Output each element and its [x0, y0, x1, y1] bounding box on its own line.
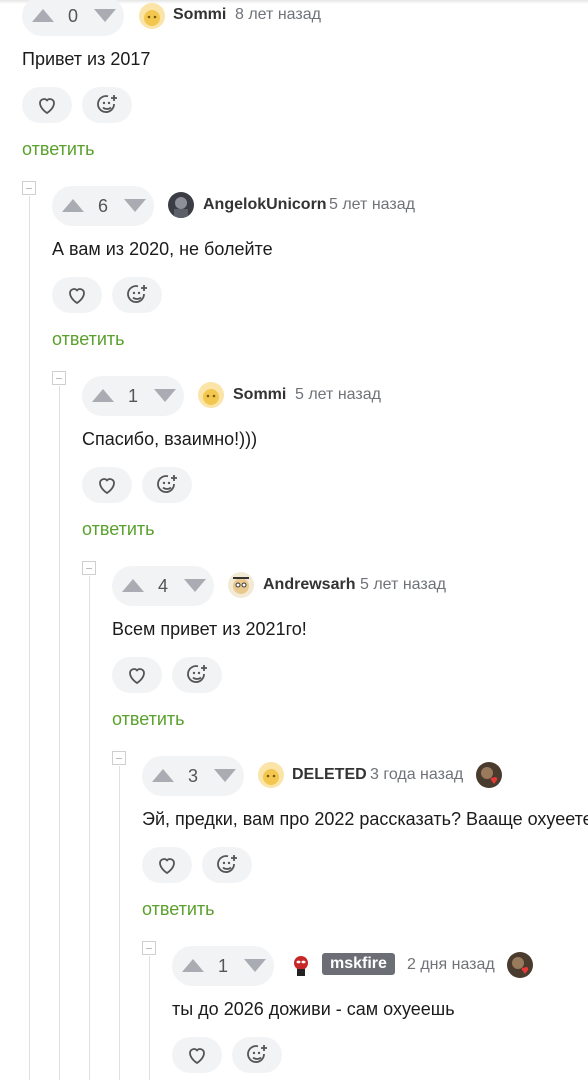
timestamp: 5 лет назад: [360, 576, 446, 593]
emoji-plus-icon: [187, 665, 207, 683]
reply-link[interactable]: ответить: [82, 519, 155, 540]
emoji-plus-icon: [217, 855, 237, 873]
avatar[interactable]: [258, 762, 284, 788]
triangle-down-icon[interactable]: [150, 376, 178, 416]
avatar[interactable]: [288, 952, 314, 978]
comment-text: А вам из 2020, не болейте: [52, 239, 273, 259]
vote-widget: 1: [172, 946, 274, 986]
like-button[interactable]: [82, 467, 132, 503]
add-reaction-button[interactable]: [142, 467, 192, 503]
vote-widget: 3: [142, 756, 244, 796]
heart-icon: [39, 98, 55, 115]
avatar[interactable]: [168, 192, 194, 218]
author-name[interactable]: DELETED: [292, 766, 367, 784]
comment-text: ты до 2026 доживи - сам охуеешь: [172, 999, 455, 1019]
heart-icon: [159, 858, 175, 875]
collapse-minus-icon[interactable]: [142, 941, 156, 955]
thread-line: [89, 576, 90, 1080]
collapse-minus-icon[interactable]: [52, 371, 66, 385]
thread-line: [59, 386, 60, 1080]
comment-text: Спасибо, взаимно!))): [82, 429, 258, 449]
vote-widget: 0: [22, 0, 124, 36]
vote-count: 1: [127, 386, 138, 406]
add-reaction-button[interactable]: [232, 1037, 282, 1073]
collapse-minus-icon[interactable]: [112, 751, 126, 765]
vote-widget: 1: [82, 376, 184, 416]
timestamp: 8 лет назад: [235, 6, 321, 23]
avatar[interactable]: [198, 382, 224, 408]
reaction-avatar[interactable]: [507, 952, 533, 978]
triangle-down-icon[interactable]: [120, 186, 148, 226]
vote-count: 3: [187, 766, 198, 786]
author-name[interactable]: Sommi: [173, 6, 226, 24]
timestamp: 2 дня назад: [407, 956, 495, 973]
like-button[interactable]: [142, 847, 192, 883]
thread-line: [29, 196, 30, 1080]
collapse-minus-icon[interactable]: [82, 561, 96, 575]
author-name[interactable]: Sommi: [233, 386, 286, 404]
reply-link[interactable]: ответить: [52, 329, 125, 350]
vote-count: 6: [97, 196, 108, 216]
collapse-minus-icon[interactable]: [22, 181, 36, 195]
triangle-up-icon[interactable]: [118, 566, 146, 606]
add-reaction-button[interactable]: [202, 847, 252, 883]
add-reaction-button[interactable]: [112, 277, 162, 313]
author-name[interactable]: mskfire: [322, 953, 395, 975]
avatar[interactable]: [139, 3, 165, 29]
comment-text: Эй, предки, вам про 2022 рассказать? Ваа…: [142, 809, 588, 829]
avatar[interactable]: [228, 572, 254, 598]
triangle-up-icon[interactable]: [148, 756, 176, 796]
timestamp: 5 лет назад: [329, 196, 415, 213]
like-button[interactable]: [172, 1037, 222, 1073]
author-name[interactable]: Andrewsarh: [263, 576, 355, 594]
heart-icon: [99, 478, 115, 495]
like-button[interactable]: [52, 277, 102, 313]
emoji-plus-icon: [247, 1045, 267, 1063]
timestamp: 5 лет назад: [295, 386, 381, 403]
triangle-down-icon[interactable]: [90, 0, 118, 36]
comment-text: Привет из 2017: [22, 49, 151, 69]
reply-link[interactable]: ответить: [142, 899, 215, 920]
thread-line: [149, 956, 150, 1080]
like-button[interactable]: [22, 87, 72, 123]
add-reaction-button[interactable]: [172, 657, 222, 693]
thread-line: [119, 766, 120, 1080]
timestamp: 3 года назад: [370, 766, 464, 783]
add-reaction-button[interactable]: [82, 87, 132, 123]
triangle-up-icon[interactable]: [58, 186, 86, 226]
triangle-up-icon[interactable]: [28, 0, 56, 36]
triangle-up-icon[interactable]: [178, 946, 206, 986]
vote-count: 4: [157, 576, 168, 596]
reply-link[interactable]: ответить: [22, 139, 95, 160]
heart-icon: [189, 1048, 205, 1065]
vote-widget: 4: [112, 566, 214, 606]
like-button[interactable]: [112, 657, 162, 693]
emoji-plus-icon: [97, 95, 117, 113]
author-name[interactable]: AngelokUnicorn: [203, 196, 327, 214]
emoji-plus-icon: [157, 475, 177, 493]
emoji-plus-icon: [127, 285, 147, 303]
comment-text: Всем привет из 2021го!: [112, 619, 307, 639]
triangle-down-icon[interactable]: [180, 566, 208, 606]
heart-icon: [69, 288, 85, 305]
triangle-down-icon[interactable]: [210, 756, 238, 796]
reaction-avatar[interactable]: [476, 762, 502, 788]
reply-link[interactable]: ответить: [112, 709, 185, 730]
vote-count: 0: [67, 6, 78, 26]
triangle-down-icon[interactable]: [240, 946, 268, 986]
vote-widget: 6: [52, 186, 154, 226]
heart-icon: [129, 668, 145, 685]
triangle-up-icon[interactable]: [88, 376, 116, 416]
vote-count: 1: [217, 956, 228, 976]
